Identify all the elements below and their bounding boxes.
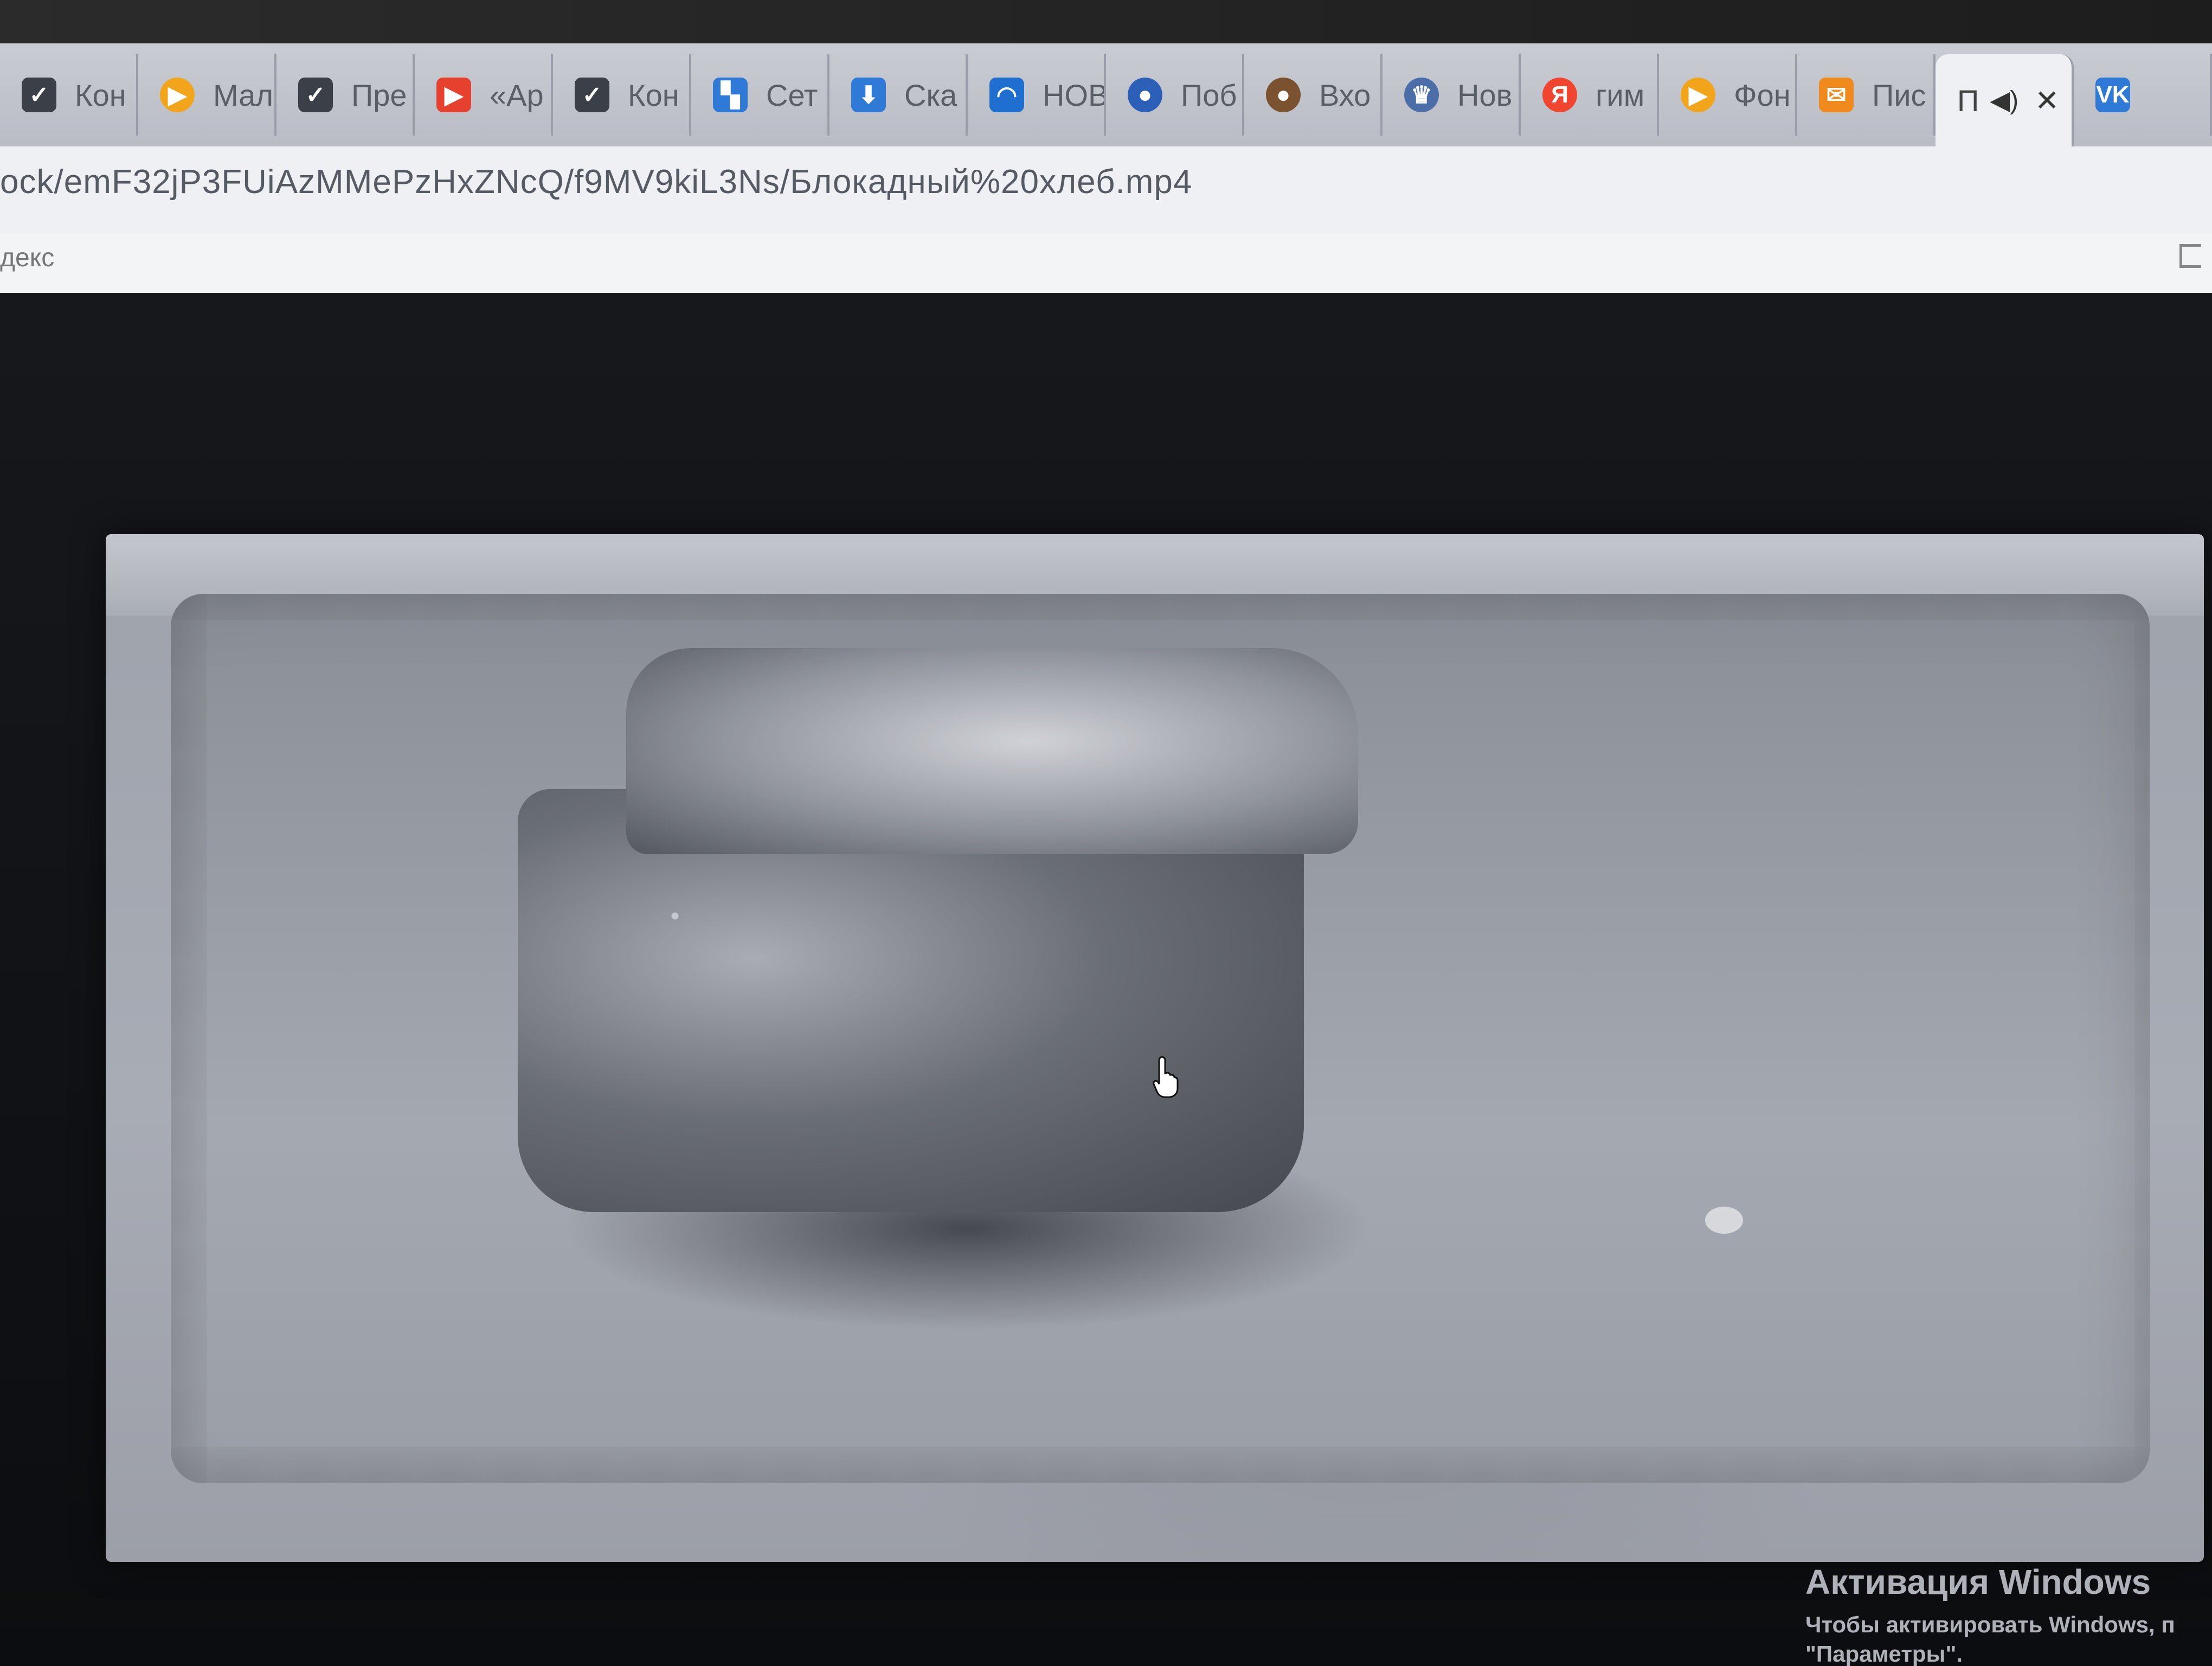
tab-7[interactable]: ◠ НОВ — [968, 54, 1106, 136]
tab-1[interactable]: ▶ Мал — [138, 54, 276, 136]
screen: ✓ Кон ▶ Мал ✓ Пре ▶ «Ар ✓ Кон ▚ Сет ⬇ Ска ◠ НОВ ● Поб ● Вхо… — [0, 0, 2212, 1666]
tab-0[interactable]: ✓ Кон — [0, 54, 138, 136]
tab-label: Кон — [628, 78, 679, 112]
tab-8[interactable]: ● Поб — [1106, 54, 1244, 136]
windows-activation-watermark: Активация Windows Чтобы активировать Win… — [1805, 1562, 2175, 1666]
tab-15[interactable]: VK — [2074, 54, 2212, 136]
play-icon: ▶ — [160, 78, 195, 112]
close-tab-icon[interactable]: ✕ — [2035, 84, 2059, 118]
yandex-icon: Я — [1542, 78, 1577, 112]
emblem-icon: ♛ — [1404, 78, 1439, 112]
tab-label: П — [1957, 83, 1979, 118]
tab-label: гим — [1596, 78, 1645, 112]
tab-label: Мал — [213, 78, 274, 112]
check-icon: ✓ — [575, 78, 609, 112]
tab-5[interactable]: ▚ Сет — [691, 54, 829, 136]
grid-icon: ▚ — [713, 78, 748, 112]
tab-label: НОВ — [1043, 78, 1106, 112]
vk-icon: VK — [2095, 78, 2130, 112]
globe-icon: ● — [1128, 78, 1162, 112]
mail-icon: ✉ — [1819, 78, 1854, 112]
video-player[interactable] — [106, 534, 2204, 1562]
tab-11[interactable]: Ягим — [1521, 54, 1659, 136]
tab-label: «Ар — [490, 78, 544, 112]
browser-tab-strip: ✓ Кон ▶ Мал ✓ Пре ▶ «Ар ✓ Кон ▚ Сет ⬇ Ска ◠ НОВ ● Поб ● Вхо… — [0, 43, 2212, 146]
wave-icon: ◠ — [989, 78, 1024, 112]
tab-label: Кон — [75, 78, 126, 112]
tab-3[interactable]: ▶ «Ар — [415, 54, 553, 136]
check-icon: ✓ — [22, 78, 56, 112]
tab-6[interactable]: ⬇ Ска — [829, 54, 968, 136]
video-scene-bread — [518, 648, 1439, 1331]
check-icon: ✓ — [298, 78, 333, 112]
tab-9[interactable]: ● Вхо — [1244, 54, 1382, 136]
bookmarks-bar: декс — [0, 233, 2212, 294]
bookmark-yandex[interactable]: декс — [0, 243, 54, 273]
video-scene-crumb — [1705, 1207, 1743, 1234]
play-icon: ▶ — [1681, 78, 1715, 112]
hand-cursor-icon — [1153, 1056, 1179, 1098]
tab-13[interactable]: ✉ Пис — [1797, 54, 1935, 136]
tab-label: Вхо — [1319, 78, 1371, 112]
tab-10[interactable]: ♛ Нов — [1382, 54, 1521, 136]
tab-label: Пис — [1872, 78, 1926, 112]
tab-label: Поб — [1181, 78, 1237, 112]
address-url[interactable]: ock/emF32jP3FUiAzMMePzHxZNcQ/f9MV9kiL3Ns… — [0, 163, 1192, 201]
download-icon: ⬇ — [851, 78, 886, 112]
tab-label: Сет — [766, 78, 818, 112]
dog-icon: ● — [1266, 78, 1301, 112]
bookmarks-open-icon[interactable] — [2179, 244, 2201, 268]
tab-label: Фон — [1734, 78, 1791, 112]
tab-label: Ска — [904, 78, 957, 112]
tab-12[interactable]: ▶ Фон — [1659, 54, 1797, 136]
watermark-line-1: Чтобы активировать Windows, п — [1805, 1612, 2175, 1637]
tab-14[interactable]: П ◀) ✕ — [1935, 54, 2074, 146]
tab-2[interactable]: ✓ Пре — [276, 54, 415, 136]
bread-top — [626, 648, 1358, 854]
youtube-icon: ▶ — [436, 78, 471, 112]
tab-label: Нов — [1457, 78, 1513, 112]
tab-label: Пре — [351, 78, 407, 112]
tab-4[interactable]: ✓ Кон — [553, 54, 691, 136]
monitor-bezel — [0, 0, 2212, 43]
address-bar[interactable]: ock/emF32jP3FUiAzMMePzHxZNcQ/f9MV9kiL3Ns… — [0, 146, 2212, 233]
watermark-line-2: "Параметры". — [1805, 1641, 1963, 1666]
speaker-icon[interactable]: ◀) — [1990, 85, 2018, 116]
watermark-title: Активация Windows — [1805, 1562, 2151, 1601]
